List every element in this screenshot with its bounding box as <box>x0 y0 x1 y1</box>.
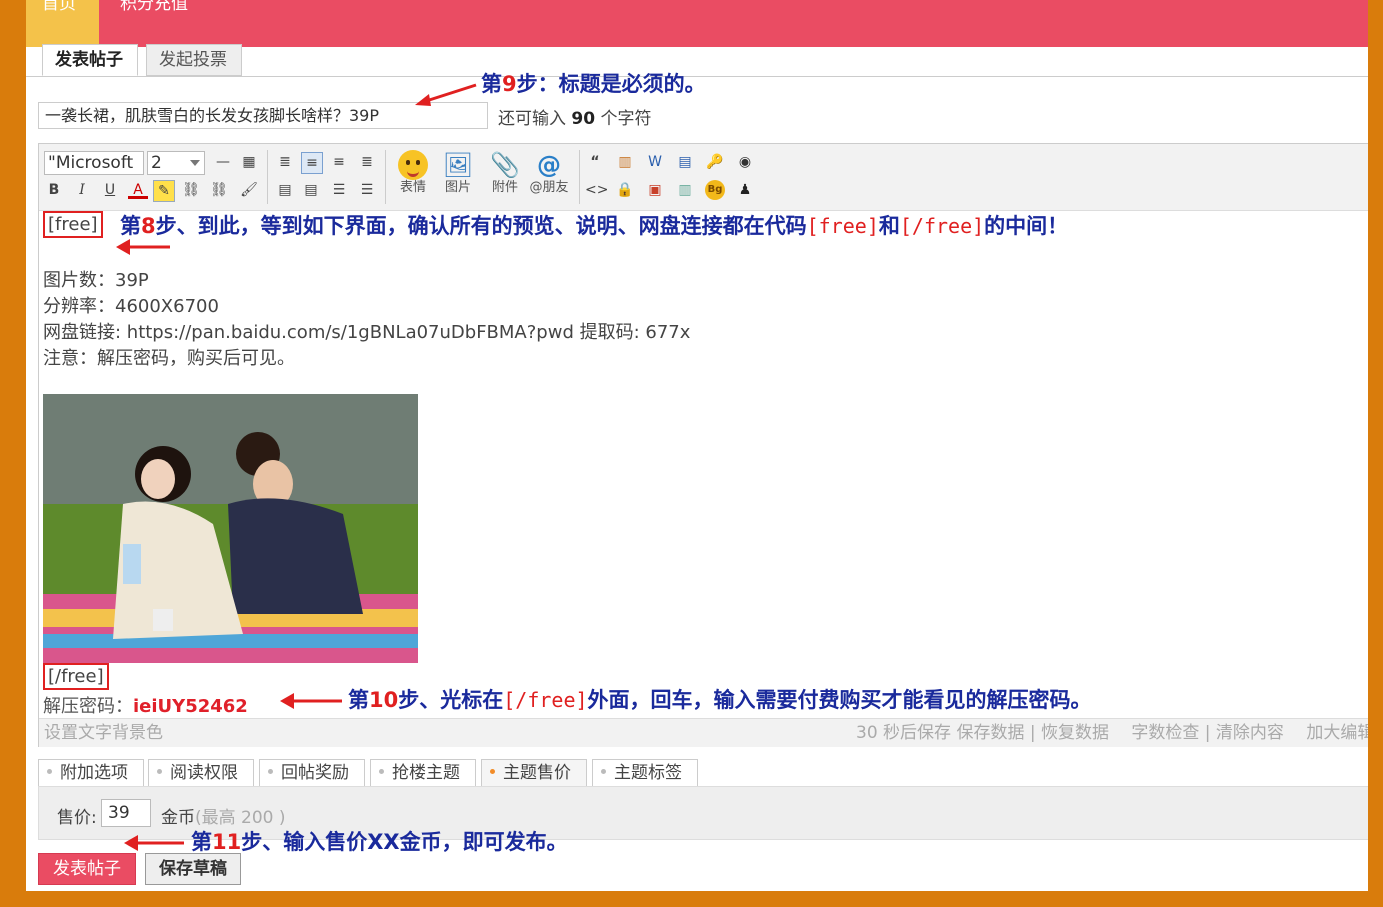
background-icon[interactable]: Bg <box>705 180 725 200</box>
autosave-links[interactable]: 30 秒后保存 保存数据 | 恢复数据 字数检查 | 清除内容 加大编辑 <box>856 719 1368 747</box>
image-icon: 🖼 <box>442 151 474 179</box>
image-button[interactable]: 🖼 图片 <box>438 150 478 196</box>
submit-post-button[interactable]: 发表帖子 <box>38 853 136 885</box>
bg-color-hint: 设置文字背景色 <box>44 723 163 743</box>
attachment-button[interactable]: 📎 附件 <box>485 150 525 196</box>
photo-illustration <box>43 394 418 663</box>
tab-extra-options[interactable]: 附加选项 <box>38 759 144 787</box>
tab-read-permission[interactable]: 阅读权限 <box>148 759 254 787</box>
table-icon[interactable]: ▦ <box>239 152 259 172</box>
quote-icon[interactable]: “ <box>585 152 605 172</box>
editor-statusbar: 设置文字背景色 30 秒后保存 保存数据 | 恢复数据 字数检查 | 清除内容 … <box>39 718 1368 747</box>
content-line-resolution: 分辨率：4600X6700 <box>43 296 219 317</box>
align-justify-icon[interactable]: ≡ <box>301 152 323 174</box>
free-content-icon[interactable]: ▥ <box>615 152 635 172</box>
font-family-select[interactable]: "Microsoft <box>44 151 144 175</box>
hide-content-icon[interactable]: 🔒 <box>615 180 635 200</box>
save-draft-button[interactable]: 保存草稿 <box>145 853 241 885</box>
content-line-images: 图片数：39P <box>43 270 149 291</box>
underline-icon[interactable]: U <box>100 180 120 200</box>
char-counter: 还可输入 90 个字符 <box>498 109 652 129</box>
price-label: 售价: <box>57 808 97 828</box>
qq-icon[interactable]: ♟ <box>735 180 755 200</box>
horizontal-rule-icon[interactable]: — <box>213 152 233 172</box>
align-right-icon[interactable]: ≣ <box>357 152 377 172</box>
media-icon[interactable]: ◉ <box>735 152 755 172</box>
word-paste-icon[interactable]: W <box>645 152 665 172</box>
tab-thread-price[interactable]: 主题售价 <box>481 759 587 787</box>
page-frame: 首页 积分充值 发表帖子 发起投票 一袭长裙，肌肤雪白的长发女孩脚长啥样？39P… <box>26 0 1368 891</box>
font-color-icon[interactable]: A <box>128 180 148 199</box>
annotation-step9: 第9步：标题是必须的。 <box>481 72 706 96</box>
arrow-step10-icon <box>280 693 342 709</box>
annotation-step10: 第10步、光标在[/free]外面，回车，输入需要付费购买才能看见的解压密码。 <box>348 688 1092 712</box>
free-close-tag: [/free] <box>43 663 109 690</box>
float-right-icon[interactable]: ▤ <box>301 180 321 200</box>
pagebreak-icon[interactable]: ▤ <box>675 152 695 172</box>
tab-poll[interactable]: 发起投票 <box>146 44 242 76</box>
tab-floor-thread[interactable]: 抢楼主题 <box>370 759 476 787</box>
price-input[interactable]: 39 <box>101 799 151 827</box>
emoticon-button[interactable]: 表情 <box>393 150 433 196</box>
italic-icon[interactable]: I <box>72 180 92 200</box>
mention-friend-button[interactable]: @ @朋友 <box>529 150 569 196</box>
arrow-step8-icon <box>116 239 170 255</box>
annotation-step8: 第8步、到此，等到如下界面，确认所有的预览、说明、网盘连接都在代码[free]和… <box>120 214 1069 238</box>
tab-post[interactable]: 发表帖子 <box>42 44 138 76</box>
content-line-netdisk: 网盘链接: https://pan.baidu.com/s/1gBNLa07uD… <box>43 322 691 343</box>
free-open-tag: [free] <box>43 211 103 238</box>
tab-reply-reward[interactable]: 回帖奖励 <box>259 759 365 787</box>
tab-thread-tags[interactable]: 主题标签 <box>592 759 698 787</box>
download-icon[interactable]: ▣ <box>645 180 665 200</box>
align-center-icon[interactable]: ≡ <box>329 152 349 172</box>
content-line-note: 注意：解压密码，购买后可见。 <box>43 348 295 369</box>
paperclip-icon: 📎 <box>490 151 520 179</box>
password-key-icon[interactable]: 🔑 <box>705 152 725 172</box>
smiley-icon <box>393 150 433 180</box>
preview-photo <box>43 394 418 663</box>
link-icon[interactable]: ⛓ <box>181 180 201 200</box>
password-label: 解压密码： <box>43 696 133 717</box>
code-icon[interactable]: <> <box>585 180 608 200</box>
editor-toolbar: "Microsoft 2 — ▦ B I U A ✎ ⛓ ⛓ 🖌 ≣ ≡ ≡ ≣… <box>39 144 1368 211</box>
unordered-list-icon[interactable]: ☰ <box>357 180 377 200</box>
columns-icon[interactable]: ▥ <box>675 180 695 200</box>
unlink-icon[interactable]: ⛓ <box>209 180 229 200</box>
price-unit: 金币(最高 200 ) <box>161 808 286 828</box>
annotation-step11: 第11步、输入售价XX金币，即可发布。 <box>191 830 568 854</box>
at-icon: @ <box>537 151 561 179</box>
format-brush-icon[interactable]: 🖌 <box>239 180 259 200</box>
font-size-select[interactable]: 2 <box>147 151 205 175</box>
editor-content[interactable]: [free] 图片数：39P 分辨率：4600X6700 网盘链接: https… <box>43 210 1368 717</box>
float-left-icon[interactable]: ▤ <box>275 180 295 200</box>
chevron-down-icon <box>190 160 200 166</box>
align-left-icon[interactable]: ≣ <box>275 152 295 172</box>
ordered-list-icon[interactable]: ☰ <box>329 180 349 200</box>
bold-icon[interactable]: B <box>44 180 64 200</box>
arrow-step9-icon <box>415 83 477 106</box>
password-value: ieiUY52462 <box>133 696 248 717</box>
highlight-icon[interactable]: ✎ <box>153 180 175 202</box>
arrow-step11-icon <box>124 835 184 851</box>
